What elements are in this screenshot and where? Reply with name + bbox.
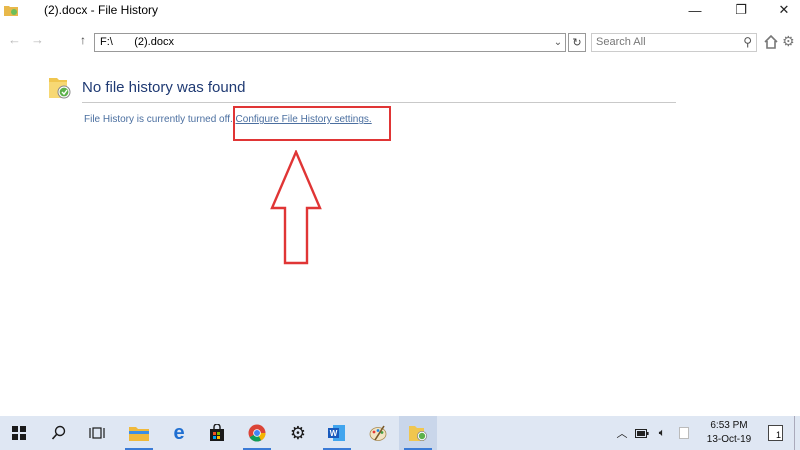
magnifier-icon: ⚲ xyxy=(743,35,752,49)
minimize-button[interactable]: — xyxy=(677,0,713,20)
taskbar-paint[interactable] xyxy=(359,416,397,450)
maximize-button[interactable]: ❐ xyxy=(723,0,759,20)
close-button[interactable]: ✕ xyxy=(766,0,800,20)
settings-icon: ⚙ xyxy=(289,422,307,443)
refresh-icon: ↻ xyxy=(572,37,582,49)
task-view-icon xyxy=(89,427,105,439)
clock-date: 13-Oct-19 xyxy=(706,434,752,445)
up-arrow-icon[interactable]: ↑ xyxy=(80,33,86,47)
svg-text:W: W xyxy=(330,429,338,438)
chevron-down-icon[interactable]: ⌄ xyxy=(551,33,565,52)
divider xyxy=(82,102,676,103)
input-indicator[interactable] xyxy=(676,416,692,450)
up-arrow-annotation xyxy=(270,150,322,265)
start-button[interactable] xyxy=(0,416,38,450)
refresh-button[interactable]: ↻ xyxy=(568,33,586,52)
taskbar-file-explorer[interactable] xyxy=(120,416,158,450)
taskbar-edge[interactable]: e xyxy=(160,416,198,450)
file-explorer-icon xyxy=(129,427,149,441)
battery-indicator[interactable] xyxy=(634,416,650,450)
file-history-app-icon xyxy=(4,6,18,16)
forward-arrow-icon[interactable]: → xyxy=(31,32,44,47)
windows-logo-icon xyxy=(12,426,26,440)
show-hidden-icons-button[interactable]: ︿ xyxy=(615,416,629,450)
show-desktop-button[interactable] xyxy=(794,416,800,450)
highlight-annotation xyxy=(233,106,391,141)
search-input[interactable]: Search All ⚲ xyxy=(591,33,757,52)
address-bar[interactable]: F:\ (2).docx xyxy=(94,33,566,52)
volume-indicator[interactable]: 🔈︎ xyxy=(654,416,670,450)
page-title: No file history was found xyxy=(82,79,246,96)
notification-count: 1 xyxy=(775,430,781,440)
word-icon: W xyxy=(328,425,345,441)
search-placeholder: Search All xyxy=(596,36,646,48)
blank-document-icon xyxy=(679,427,689,439)
edge-icon: e xyxy=(173,421,185,444)
taskbar-file-history[interactable] xyxy=(399,416,437,450)
taskbar-search-button[interactable] xyxy=(40,416,78,450)
file-history-window: (2).docx - File History — ❐ ✕ ← → ↑ F:\ … xyxy=(0,0,800,416)
taskbar-store[interactable] xyxy=(198,416,236,450)
title-bar[interactable]: (2).docx - File History — ❐ ✕ xyxy=(0,0,800,22)
store-icon xyxy=(210,424,224,441)
task-view-button[interactable] xyxy=(78,416,116,450)
taskbar: e ⚙ W ︿ 🔈︎ xyxy=(0,416,800,450)
gear-icon[interactable]: ⚙ xyxy=(782,33,795,50)
back-arrow-icon[interactable]: ← xyxy=(8,32,21,47)
status-text: File History is currently turned off. xyxy=(84,114,236,125)
search-icon xyxy=(51,425,66,440)
paint-icon xyxy=(369,425,387,441)
home-icon[interactable] xyxy=(764,35,778,49)
chrome-icon xyxy=(248,424,266,442)
file-history-icon xyxy=(409,426,427,441)
chevron-up-icon: ︿ xyxy=(616,428,628,440)
taskbar-settings[interactable]: ⚙ xyxy=(279,416,317,450)
clock-time: 6:53 PM xyxy=(710,420,748,431)
taskbar-chrome[interactable] xyxy=(238,416,276,450)
battery-icon xyxy=(635,428,649,438)
taskbar-word[interactable]: W xyxy=(318,416,356,450)
window-title: (2).docx - File History xyxy=(44,3,159,17)
file-history-folder-icon xyxy=(49,78,71,99)
system-clock[interactable]: 6:53 PM 13-Oct-19 xyxy=(700,419,758,447)
speaker-icon: 🔈︎ xyxy=(658,426,666,439)
notification-center-button[interactable]: 1 xyxy=(768,425,783,441)
